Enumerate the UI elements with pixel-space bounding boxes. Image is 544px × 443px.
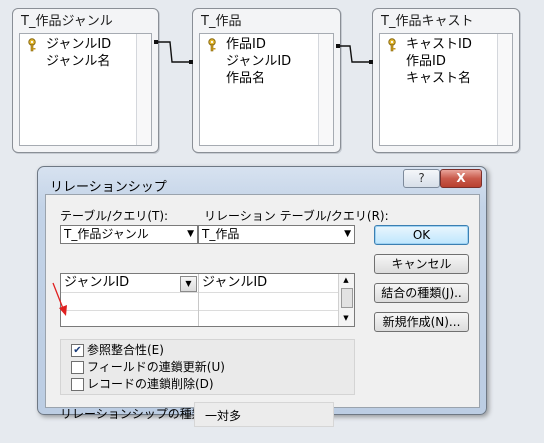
relationship-line-genre-works <box>157 41 192 63</box>
dropdown-arrow-icon[interactable]: ▼ <box>180 276 197 292</box>
relationship-type-field: 一対多 <box>194 402 334 427</box>
checkbox-label: レコードの連鎖削除(D) <box>87 377 214 391</box>
table-query-select[interactable]: T_作品ジャンル ▼ <box>60 225 198 244</box>
relationship-dialog: リレーションシップ ? X テーブル/クエリ(T): リレーション テーブル/ク… <box>37 166 487 427</box>
dropdown-arrow-icon[interactable]: ▼ <box>187 226 194 243</box>
select-value: T_作品 <box>202 227 240 241</box>
dropdown-arrow-icon[interactable]: ▼ <box>344 226 351 243</box>
related-table-query-label: リレーション テーブル/クエリ(R): <box>204 209 389 223</box>
relationship-type-label: リレーションシップの種類： <box>60 407 216 421</box>
relationship-line-works-cast <box>339 45 372 63</box>
dialog-body: テーブル/クエリ(T): リレーション テーブル/クエリ(R): T_作品ジャン… <box>45 194 480 427</box>
checkbox-label: 参照整合性(E) <box>87 343 164 357</box>
field-match-grid[interactable]: ジャンルID ▼ ジャンルID ▲ ▼ <box>60 273 355 327</box>
options-panel: ✔ 参照整合性(E) フィールドの連鎖更新(U) レコードの連鎖削除(D) <box>60 339 355 395</box>
related-table-query-select[interactable]: T_作品 ▼ <box>198 225 355 244</box>
grid-line <box>61 292 339 293</box>
cancel-button[interactable]: キャンセル <box>374 254 469 274</box>
close-button[interactable]: X <box>440 169 482 188</box>
grid-line <box>61 310 339 311</box>
checkbox-box[interactable] <box>71 361 84 374</box>
grid-cell-right[interactable]: ジャンルID <box>202 274 267 292</box>
join-type-button[interactable]: 結合の種類(J).. <box>374 283 469 303</box>
dialog-title: リレーションシップ <box>50 180 167 195</box>
relationship-type-value: 一対多 <box>205 409 242 423</box>
grid-cell-left[interactable]: ジャンルID <box>64 274 129 292</box>
checkbox-box[interactable] <box>71 378 84 391</box>
help-button[interactable]: ? <box>403 169 440 188</box>
select-value: T_作品ジャンル <box>64 227 149 241</box>
scroll-thumb[interactable] <box>341 288 353 308</box>
relationship-lines[interactable] <box>0 0 544 160</box>
checkmark-icon[interactable]: ✔ <box>71 344 84 357</box>
scroll-up-icon[interactable]: ▲ <box>341 276 351 284</box>
grid-divider <box>198 274 199 326</box>
scroll-down-icon[interactable]: ▼ <box>341 314 351 322</box>
create-new-button[interactable]: 新規作成(N)... <box>374 312 469 332</box>
ok-button[interactable]: OK <box>374 225 469 245</box>
table-query-label: テーブル/クエリ(T): <box>60 209 169 223</box>
checkbox-label: フィールドの連鎖更新(U) <box>87 360 225 374</box>
grid-scrollbar[interactable]: ▲ ▼ <box>338 274 354 326</box>
